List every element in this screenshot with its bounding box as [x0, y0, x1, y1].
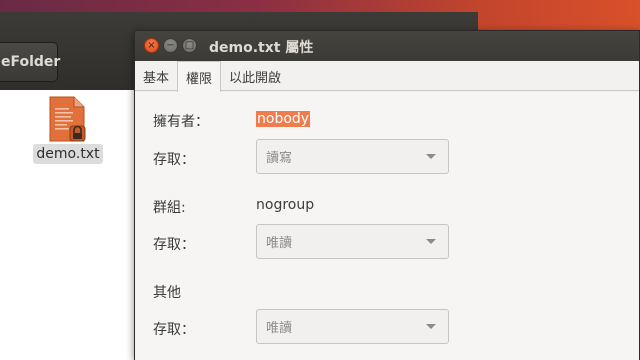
chevron-down-icon — [426, 154, 436, 159]
text-file-locked-icon — [49, 96, 86, 142]
group-value: nogroup — [256, 197, 315, 213]
minimize-button[interactable]: − — [163, 38, 178, 53]
tab-bar: 基本 權限 以此開啟 — [135, 61, 639, 92]
group-access-dropdown[interactable]: 唯讀 — [256, 224, 449, 259]
others-access-dropdown[interactable]: 唯讀 — [256, 309, 449, 344]
properties-dialog: × − □ demo.txt 屬性 基本 權限 以此開啟 擁有者： nobody… — [134, 30, 640, 360]
tab-permissions[interactable]: 權限 — [177, 61, 222, 92]
file-item-demo-txt[interactable]: demo.txt — [33, 96, 103, 168]
maximize-button[interactable]: □ — [182, 38, 197, 53]
maximize-icon: □ — [184, 39, 195, 51]
chevron-down-icon — [426, 324, 436, 329]
owner-label: 擁有者： — [153, 114, 209, 130]
owner-access-value: 讀寫 — [266, 151, 293, 166]
close-button[interactable]: × — [144, 38, 159, 53]
chevron-down-icon — [426, 239, 436, 244]
tab-basic[interactable]: 基本 — [135, 61, 177, 91]
owner-access-label: 存取： — [153, 152, 195, 168]
dialog-title: demo.txt 屬性 — [209, 40, 314, 56]
permissions-panel: 擁有者： nobody 存取： 讀寫 群組: nogroup 存取： 唯讀 其他… — [135, 92, 639, 360]
group-label: 群組: — [153, 200, 186, 216]
minimize-icon: − — [166, 39, 175, 51]
file-name-label: demo.txt — [33, 144, 103, 164]
group-access-value: 唯讀 — [266, 236, 293, 251]
others-access-label: 存取： — [153, 322, 195, 338]
owner-access-dropdown[interactable]: 讀寫 — [256, 139, 449, 174]
close-icon: × — [147, 39, 156, 51]
folder-path-button[interactable]: eFolder — [0, 42, 60, 82]
others-label: 其他 — [153, 285, 181, 301]
owner-name: nobody — [256, 111, 311, 127]
group-access-label: 存取： — [153, 237, 195, 253]
dialog-titlebar: × − □ demo.txt 屬性 — [135, 31, 639, 61]
others-access-value: 唯讀 — [266, 321, 293, 336]
tab-open-with[interactable]: 以此開啟 — [221, 61, 289, 91]
owner-value[interactable]: nobody — [256, 111, 311, 127]
